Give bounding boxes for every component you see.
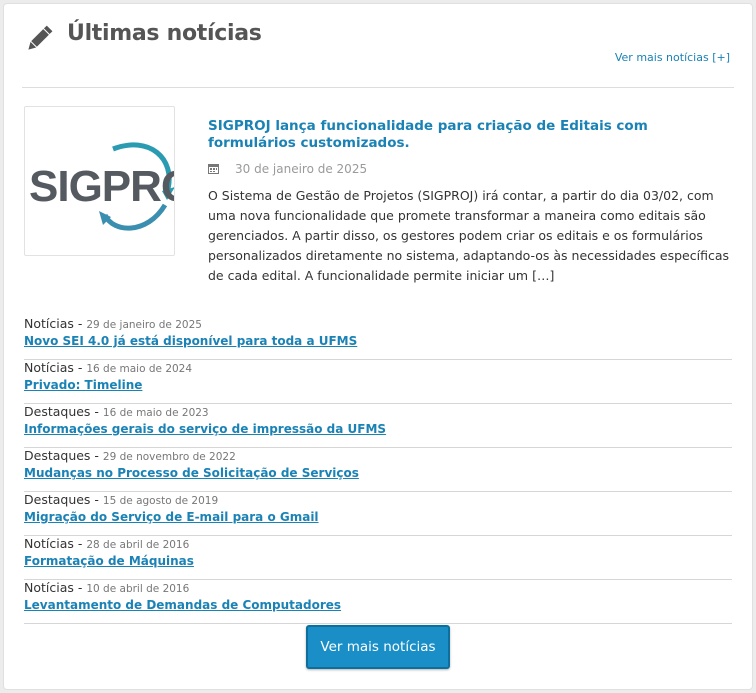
list-item: Notícias - 29 de janeiro de 2025 Novo SE… — [24, 316, 732, 360]
featured-title-link[interactable]: SIGPROJ lança funcionalidade para criaçã… — [208, 118, 718, 152]
news-list: Notícias - 29 de janeiro de 2025 Novo SE… — [24, 316, 732, 624]
news-category[interactable]: Notícias — [24, 580, 74, 595]
news-date: 29 de novembro de 2022 — [102, 451, 236, 463]
pencil-icon — [28, 25, 53, 50]
news-date: 28 de abril de 2016 — [86, 539, 190, 551]
news-category[interactable]: Notícias — [24, 360, 74, 375]
news-title-link[interactable]: Levantamento de Demandas de Computadores — [24, 597, 732, 613]
list-item: Notícias - 28 de abril de 2016 Formataçã… — [24, 536, 732, 580]
news-title-link[interactable]: Migração do Serviço de E-mail para o Gma… — [24, 509, 732, 525]
list-item: Destaques - 15 de agosto de 2019 Migraçã… — [24, 492, 732, 536]
news-date: 29 de janeiro de 2025 — [86, 319, 202, 331]
news-category[interactable]: Destaques — [24, 404, 90, 419]
news-title-link[interactable]: Mudanças no Processo de Solicitação de S… — [24, 465, 732, 481]
news-date: 16 de maio de 2023 — [102, 407, 209, 419]
news-title-link[interactable]: Informações gerais do serviço de impress… — [24, 421, 732, 437]
news-date: 15 de agosto de 2019 — [102, 495, 219, 507]
news-category[interactable]: Notícias — [24, 536, 74, 551]
calendar-icon — [208, 164, 219, 174]
featured-news: SIGPROJ SIGPROJ lança funcionalidade par… — [24, 106, 732, 291]
list-item: Notícias - 10 de abril de 2016 Levantame… — [24, 580, 732, 624]
widget-title: Últimas notícias — [67, 21, 262, 46]
featured-thumbnail[interactable]: SIGPROJ — [24, 106, 175, 256]
see-more-news-link[interactable]: Ver mais notícias [+] — [615, 51, 730, 64]
widget-header: Últimas notícias Ver mais notícias [+] — [22, 18, 734, 88]
news-date: 10 de abril de 2016 — [86, 583, 190, 595]
svg-text:SIGPROJ: SIGPROJ — [29, 162, 175, 211]
news-title-link[interactable]: Formatação de Máquinas — [24, 553, 732, 569]
news-category[interactable]: Destaques — [24, 448, 90, 463]
news-category[interactable]: Notícias — [24, 316, 74, 331]
list-item: Destaques - 29 de novembro de 2022 Mudan… — [24, 448, 732, 492]
news-date: 16 de maio de 2024 — [86, 363, 193, 375]
news-title-link[interactable]: Novo SEI 4.0 já está disponível para tod… — [24, 333, 732, 349]
sigproj-logo: SIGPROJ — [29, 142, 175, 231]
news-category[interactable]: Destaques — [24, 492, 90, 507]
featured-excerpt: O Sistema de Gestão de Projetos (SIGPROJ… — [208, 188, 730, 283]
news-title-link[interactable]: Privado: Timeline — [24, 377, 732, 393]
list-item: Notícias - 16 de maio de 2024 Privado: T… — [24, 360, 732, 404]
list-item: Destaques - 16 de maio de 2023 Informaçõ… — [24, 404, 732, 448]
latest-news-widget: Últimas notícias Ver mais notícias [+] S… — [3, 3, 753, 690]
see-more-news-button[interactable]: Ver mais notícias — [306, 625, 450, 669]
